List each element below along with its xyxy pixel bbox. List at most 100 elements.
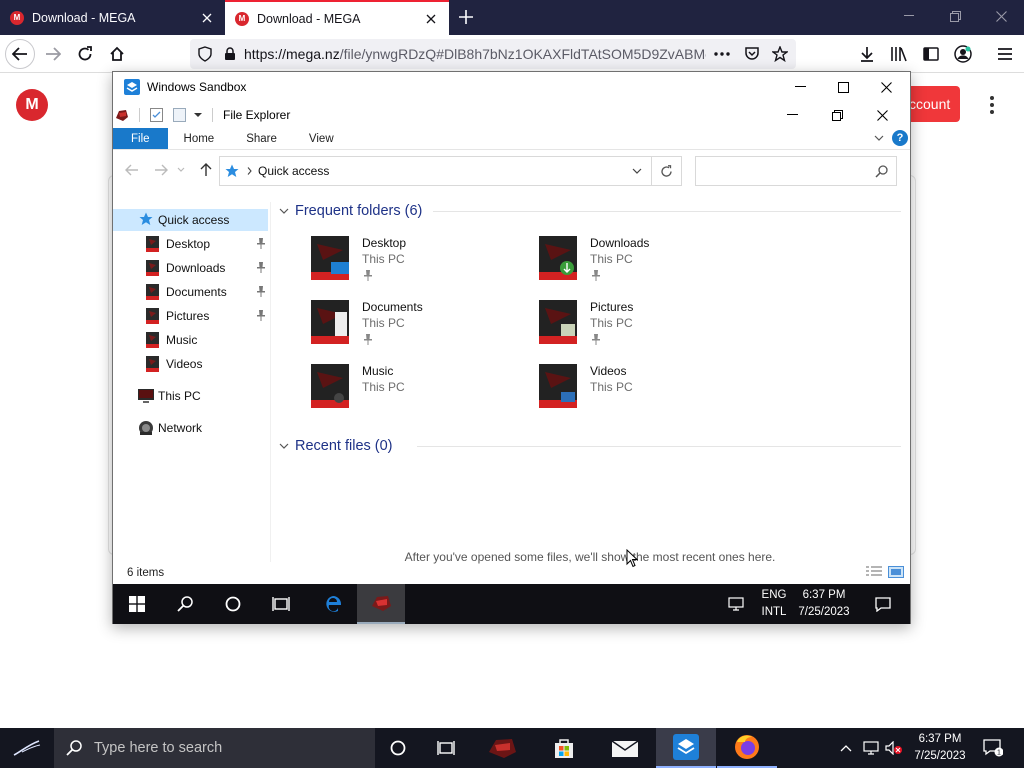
sandbox-minimize-button[interactable]	[779, 72, 822, 102]
tab-file[interactable]: File	[113, 128, 168, 149]
cortana-icon[interactable]	[375, 728, 421, 768]
large-icons-view-icon[interactable]	[888, 566, 904, 578]
windows-sandbox-taskbar-icon[interactable]	[656, 728, 716, 768]
explorer-forward-button[interactable]	[150, 159, 172, 181]
sandbox-edge-icon[interactable]	[309, 584, 357, 624]
home-button[interactable]	[102, 39, 132, 69]
page-actions-icon[interactable]	[714, 52, 730, 56]
menu-hamburger-icon[interactable]	[990, 39, 1020, 69]
create-account-button[interactable]: ccount	[905, 86, 960, 122]
tab-close-icon[interactable]	[199, 10, 215, 26]
nav-item-quick-access[interactable]: Quick access	[113, 209, 268, 231]
folder-tile-documents[interactable]: Documents This PC	[309, 298, 509, 358]
nav-item-documents[interactable]: Documents	[113, 281, 268, 303]
folder-tile-desktop[interactable]: Desktop This PC	[309, 234, 509, 294]
volume-muted-icon[interactable]	[883, 738, 905, 758]
nav-item-network[interactable]: Network	[113, 417, 268, 439]
breadcrumb[interactable]: Quick access	[258, 164, 329, 178]
browser-close-button[interactable]	[978, 0, 1024, 32]
details-view-icon[interactable]	[866, 566, 882, 578]
address-dropdown-icon[interactable]	[623, 157, 651, 185]
expand-ribbon-icon[interactable]	[874, 135, 884, 141]
mega-logo[interactable]: M	[16, 89, 48, 121]
url-bar[interactable]: https://mega.nz/file/ynwgRDzQ#DlB8h7bNz1…	[190, 39, 796, 69]
up-button[interactable]	[195, 159, 217, 181]
recent-files-header[interactable]: Recent files (0)	[279, 435, 393, 457]
sandbox-cortana-icon[interactable]	[209, 584, 257, 624]
sandbox-explorer-taskbar-icon[interactable]	[357, 584, 405, 624]
folder-tile-music[interactable]: Music This PC	[309, 362, 509, 422]
browser-tab[interactable]: M Download - MEGA	[0, 0, 225, 35]
reload-button[interactable]	[70, 39, 100, 69]
downloads-button[interactable]	[852, 39, 882, 69]
tab-view[interactable]: View	[293, 128, 350, 149]
nav-item-downloads[interactable]: Downloads	[113, 257, 268, 279]
star-icon	[225, 164, 239, 177]
refresh-icon[interactable]	[652, 156, 682, 186]
explorer-minimize-button[interactable]	[770, 102, 815, 128]
mail-icon[interactable]	[595, 728, 655, 768]
nav-item-desktop[interactable]: Desktop	[113, 233, 268, 255]
start-button[interactable]	[0, 728, 54, 768]
more-options-icon[interactable]	[984, 94, 1000, 116]
taskbar-app-rog-icon[interactable]	[472, 728, 532, 768]
sandbox-task-view-icon[interactable]	[257, 584, 305, 624]
folder-tile-pictures[interactable]: Pictures This PC	[537, 298, 737, 358]
search-input[interactable]	[695, 156, 897, 186]
sandbox-network-tray-icon[interactable]	[721, 584, 751, 624]
pane-splitter[interactable]	[270, 202, 271, 562]
address-bar[interactable]: Quick access	[219, 156, 652, 186]
show-hidden-icons-icon[interactable]	[836, 738, 856, 758]
tab-share[interactable]: Share	[230, 128, 293, 149]
browser-restore-button[interactable]	[932, 0, 978, 32]
recent-locations-icon[interactable]	[175, 159, 187, 181]
tracking-shield-icon[interactable]	[198, 46, 212, 62]
sandbox-close-button[interactable]	[865, 72, 908, 102]
task-view-icon[interactable]	[421, 728, 471, 768]
pocket-icon[interactable]	[744, 46, 760, 62]
bookmark-star-icon[interactable]	[772, 46, 788, 62]
back-button[interactable]	[5, 39, 35, 69]
explorer-back-button[interactable]	[121, 159, 143, 181]
sandbox-search-icon[interactable]	[161, 584, 209, 624]
folder-tile-downloads[interactable]: Downloads This PC	[537, 234, 737, 294]
library-button[interactable]	[884, 39, 914, 69]
explorer-close-button[interactable]	[860, 102, 905, 128]
sidebar-button[interactable]	[916, 39, 946, 69]
firefox-icon[interactable]	[717, 728, 777, 768]
sandbox-maximize-button[interactable]	[822, 72, 865, 102]
folder-icon	[146, 308, 159, 324]
nav-item-videos[interactable]: Videos	[113, 353, 268, 375]
url-text[interactable]: https://mega.nz/file/ynwgRDzQ#DlB8h7bNz1…	[244, 46, 706, 62]
action-center-icon[interactable]: 1	[980, 738, 1006, 758]
network-tray-icon[interactable]	[860, 738, 882, 758]
tab-home[interactable]: Home	[168, 128, 231, 149]
new-folder-icon[interactable]	[173, 108, 186, 122]
sandbox-start-button[interactable]	[113, 584, 161, 624]
new-tab-button[interactable]	[452, 4, 480, 30]
lock-icon[interactable]	[224, 47, 236, 61]
sandbox-notifications-icon[interactable]	[859, 584, 907, 624]
nav-item-music[interactable]: Music	[113, 329, 268, 351]
frequent-folders-header[interactable]: Frequent folders (6)	[279, 200, 422, 222]
properties-icon[interactable]	[150, 108, 163, 122]
folder-tile-videos[interactable]: Videos This PC	[537, 362, 737, 422]
forward-button[interactable]	[38, 39, 68, 69]
browser-minimize-button[interactable]	[886, 0, 932, 32]
breadcrumb-separator-icon[interactable]	[247, 167, 252, 175]
microsoft-store-icon[interactable]	[534, 728, 594, 768]
qat-dropdown-icon[interactable]	[194, 112, 202, 118]
browser-toolbar: https://mega.nz/file/ynwgRDzQ#DlB8h7bNz1…	[0, 35, 1024, 73]
sandbox-language-indicator[interactable]: ENG INTL	[754, 587, 794, 621]
nav-item-pictures[interactable]: Pictures	[113, 305, 268, 327]
nav-item-this-pc[interactable]: This PC	[113, 385, 268, 407]
browser-tab-active[interactable]: M Download - MEGA	[225, 0, 449, 35]
taskbar-search-box[interactable]: Type here to search	[54, 728, 375, 768]
tab-close-icon[interactable]	[423, 11, 439, 27]
sandbox-clock[interactable]: 6:37 PM 7/25/2023	[793, 587, 855, 621]
explorer-restore-button[interactable]	[815, 102, 860, 128]
help-icon[interactable]: ?	[892, 130, 908, 146]
item-count: 6 items	[127, 567, 165, 579]
account-icon[interactable]	[948, 39, 978, 69]
system-clock[interactable]: 6:37 PM 7/25/2023	[905, 731, 975, 765]
